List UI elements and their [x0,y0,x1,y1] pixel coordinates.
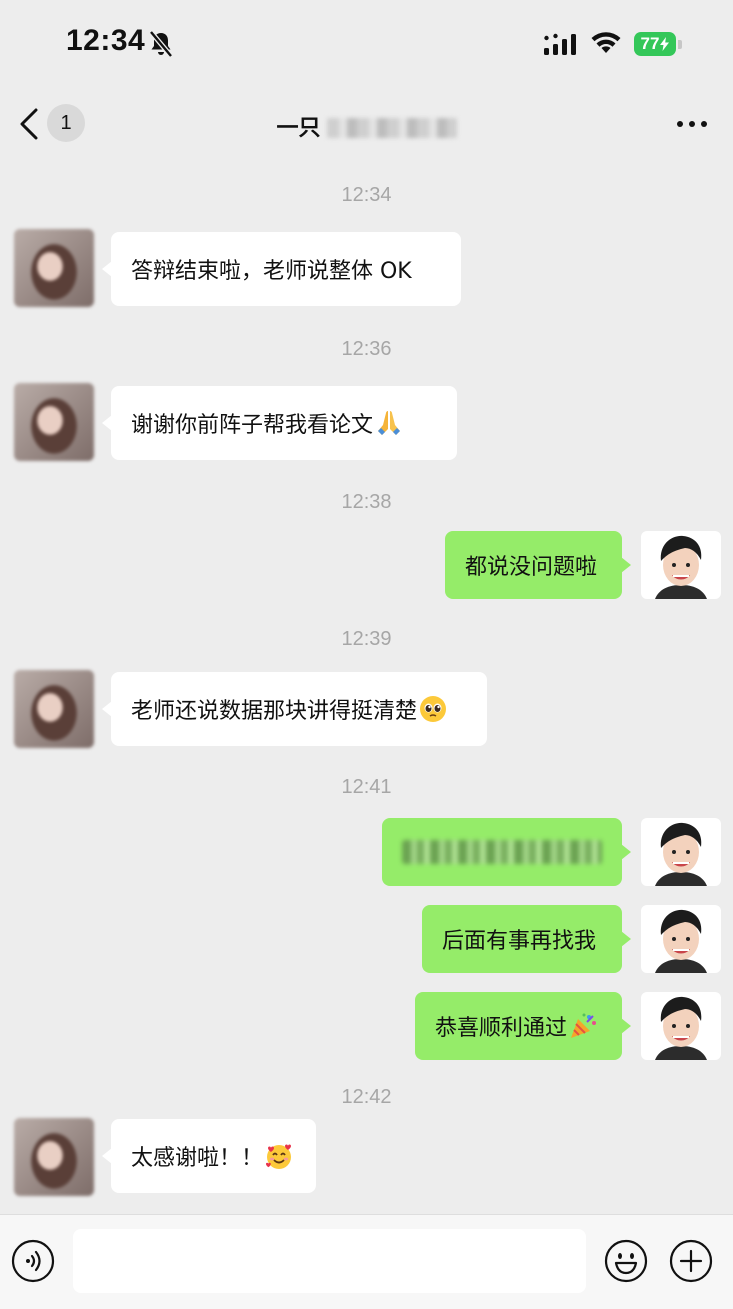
message-text: 恭喜顺利通过 [435,1016,568,1041]
user-avatar-illustration [655,996,707,1060]
folded-hands-emoji [378,411,401,435]
more-options-icon[interactable] [674,114,710,134]
battery-indicator: 77 [634,32,676,56]
pleading-face-emoji [420,696,447,722]
blurred-name [326,118,457,138]
message-text: 答辩结束啦，老师说整体 OK [131,259,412,284]
user-avatar[interactable] [641,818,721,886]
message-text: 后面有事再找我 [442,929,597,954]
user-avatar[interactable] [641,905,721,973]
timestamp: 12:38 [341,491,392,513]
contact-avatar[interactable] [14,670,94,748]
message-text: 谢谢你前阵子帮我看论文 [131,413,374,438]
voice-input-icon[interactable] [11,1239,55,1283]
contact-avatar[interactable] [14,1118,94,1196]
timestamp: 12:34 [341,184,392,206]
message-input[interactable] [73,1229,586,1293]
battery-level: 77 [640,34,660,53]
signal-icon [544,33,576,55]
outgoing-message[interactable]: 都说没问题啦 [445,531,631,599]
status-time: 12:34 [66,24,146,57]
incoming-message[interactable]: 太感谢啦！！ [102,1119,316,1193]
outgoing-message-blurred[interactable] [382,818,631,886]
message-text: 都说没问题啦 [465,555,598,580]
chat-title-text: 一只 [276,116,321,141]
incoming-message[interactable]: 答辩结束啦，老师说整体 OK [102,232,461,306]
timestamp: 12:36 [341,338,392,360]
chat-title: 一只 [0,110,733,142]
user-avatar-illustration [655,909,707,973]
charging-bolt-icon [660,37,670,51]
timestamp: 12:42 [341,1086,392,1108]
contact-avatar[interactable] [14,383,94,461]
smiling-face-with-hearts-emoji [266,1144,292,1169]
incoming-message[interactable]: 老师还说数据那块讲得挺清楚 [102,672,487,746]
timestamp: 12:39 [341,628,392,650]
incoming-message[interactable]: 谢谢你前阵子帮我看论文 [102,386,457,460]
user-avatar-illustration [655,535,707,599]
user-avatar[interactable] [641,531,721,599]
emoji-picker-icon[interactable] [604,1239,648,1283]
user-avatar[interactable] [641,992,721,1060]
status-bar: 12:34 77 [0,0,733,88]
input-bar [0,1214,733,1309]
outgoing-message[interactable]: 恭喜顺利通过 [415,992,631,1060]
wifi-icon [591,32,621,53]
blurred-message-text [402,840,602,864]
contact-avatar[interactable] [14,229,94,307]
message-text: 老师还说数据那块讲得挺清楚 [131,699,418,724]
outgoing-message[interactable]: 后面有事再找我 [422,905,631,973]
battery-cap [678,40,682,49]
bell-muted-icon [149,30,173,58]
party-popper-emoji [571,1013,597,1038]
user-avatar-illustration [655,822,707,886]
timestamp: 12:41 [341,776,392,798]
message-text: 太感谢啦！！ [131,1146,264,1171]
add-more-icon[interactable] [669,1239,713,1283]
nav-bar: 1 一只 [0,88,733,160]
